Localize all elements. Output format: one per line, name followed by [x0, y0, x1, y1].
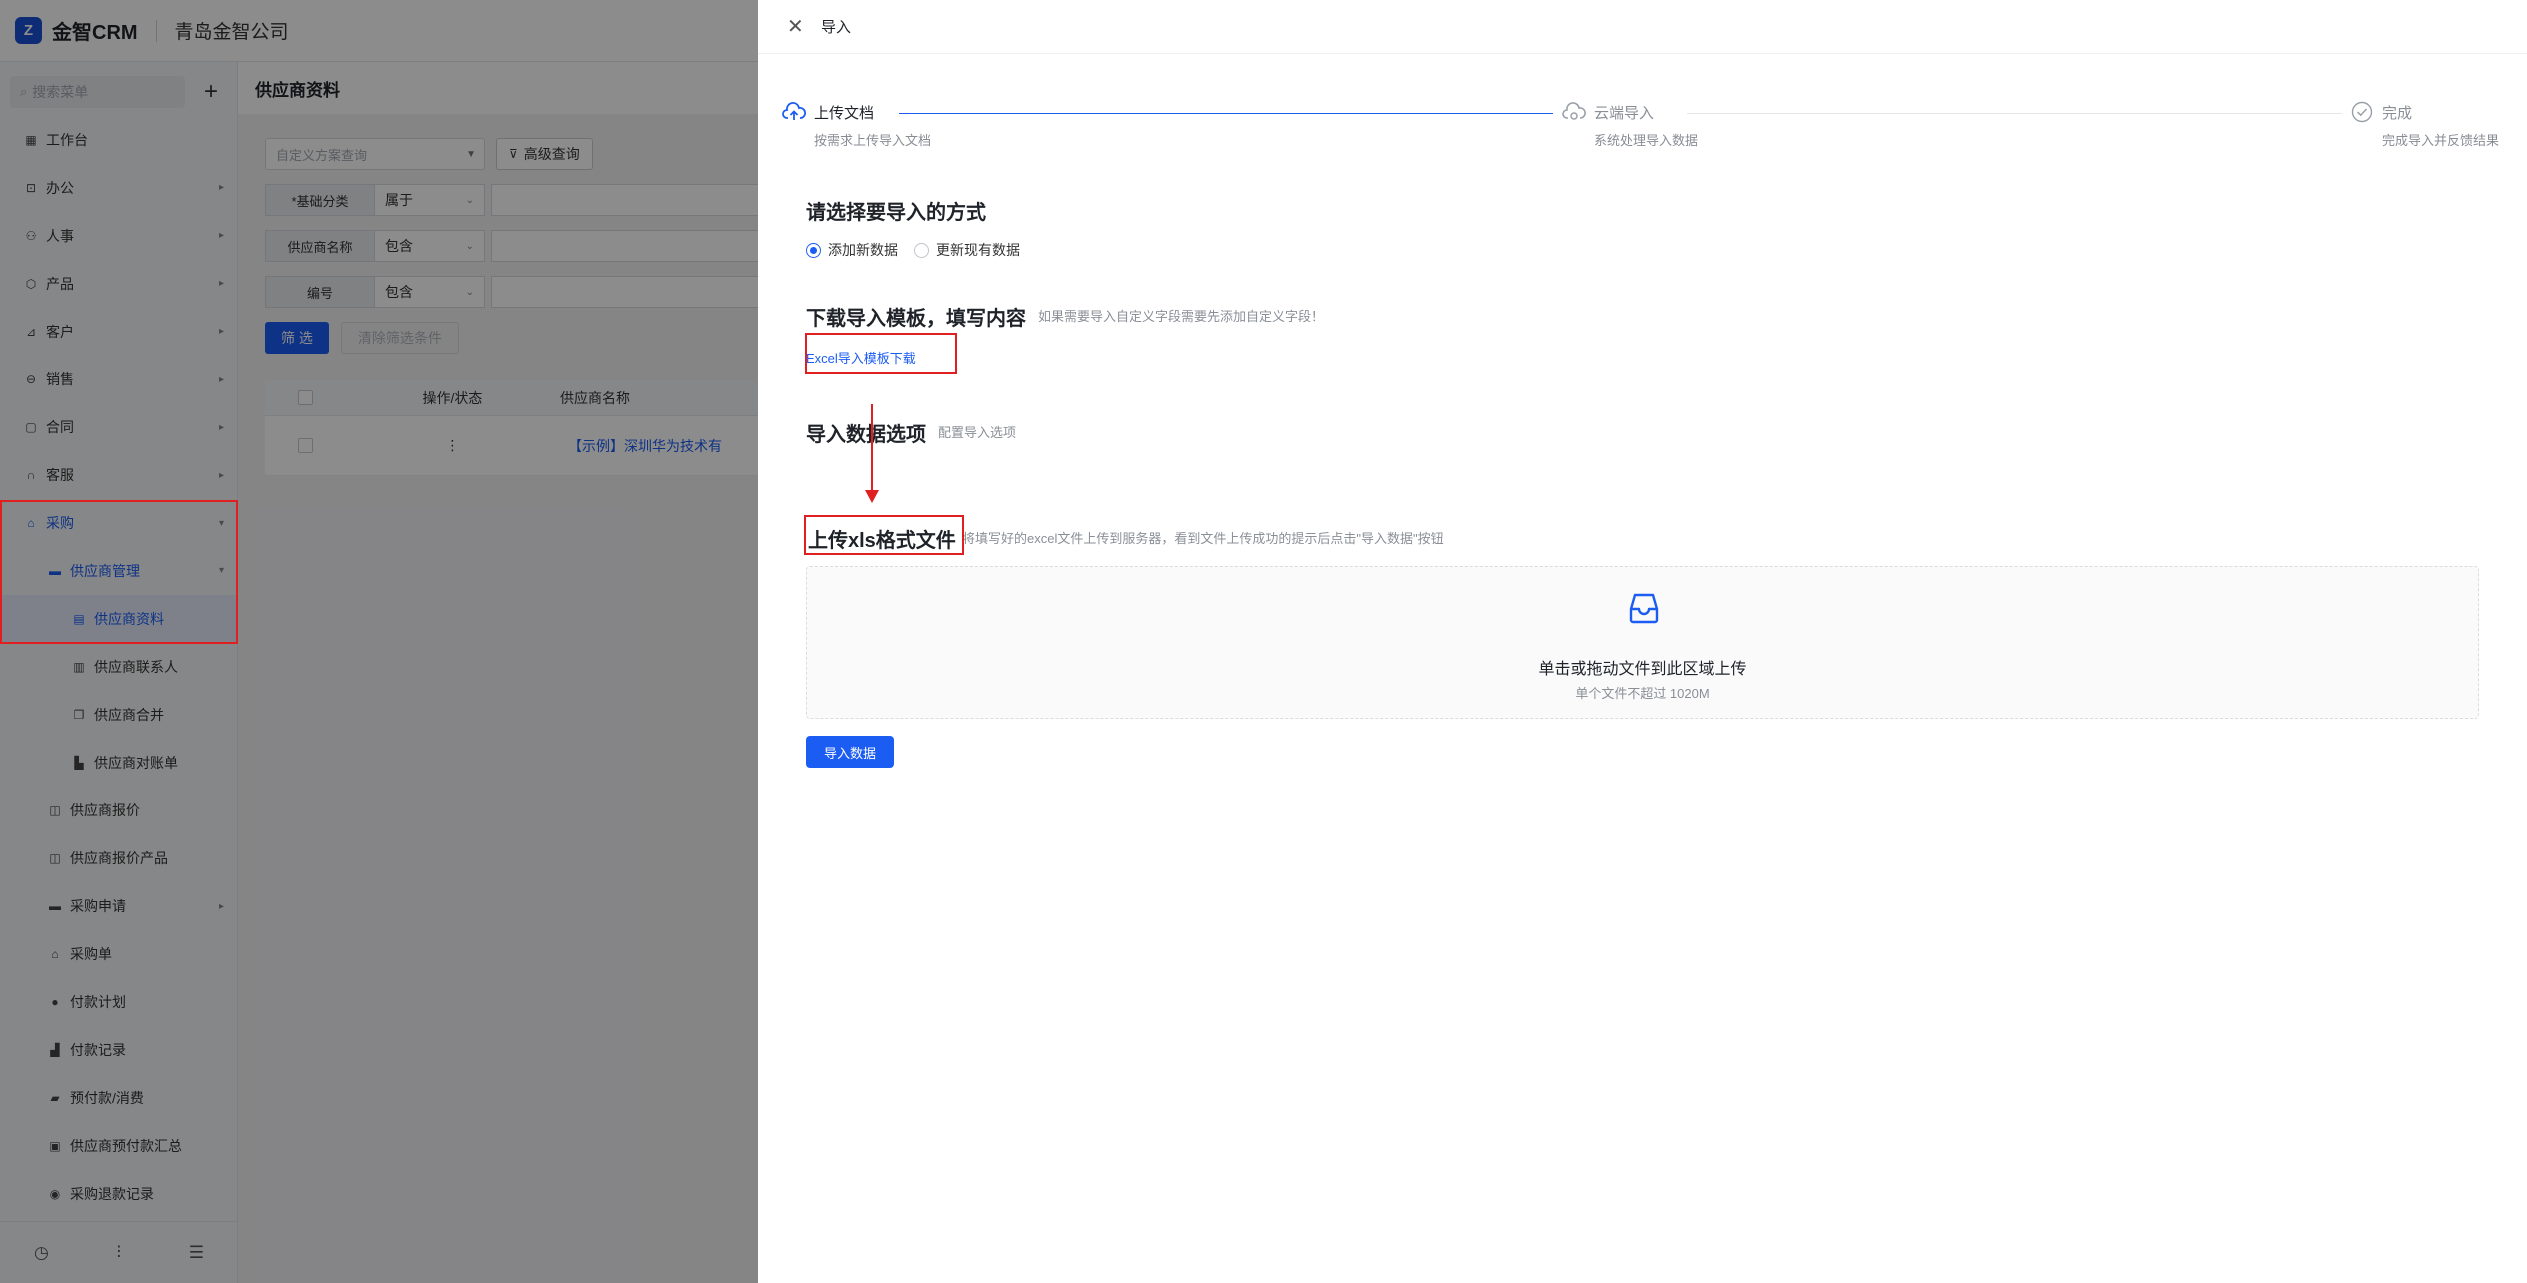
- radio-add-new-label[interactable]: 添加新数据: [828, 240, 898, 260]
- cloud-process-icon: [1562, 100, 1586, 124]
- step-description: 系统处理导入数据: [1594, 133, 1699, 148]
- step-description: 按需求上传导入文档: [814, 133, 932, 148]
- inbox-icon: [1629, 593, 1659, 624]
- annotation-arrow-head: [865, 490, 879, 503]
- radio-add-new[interactable]: [806, 242, 821, 258]
- import-options-title: 导入数据选项: [806, 424, 926, 446]
- annotation-box-upload-title: [804, 515, 964, 555]
- annotation-box-sidebar-purchase: [0, 500, 238, 644]
- step-upload: 上传文档 按需求上传导入文档: [782, 100, 931, 149]
- cloud-upload-icon: [782, 100, 806, 124]
- download-template-hint: 如果需要导入自定义字段需要先添加自定义字段！: [1038, 309, 1325, 324]
- drawer-title: 导入: [821, 19, 852, 36]
- annotation-arrow-line: [871, 404, 873, 492]
- import-options-hint: 配置导入选项: [938, 425, 1017, 440]
- import-steps: 上传文档 按需求上传导入文档 云端导入 系统处理导入数据 完成 完成导入并反馈结…: [782, 100, 2522, 160]
- upload-file-hint: 将填写好的excel文件上传到服务器，看到文件上传成功的提示后点击"导入数据"按…: [962, 531, 1444, 546]
- step-connector: [1687, 113, 2342, 114]
- check-circle-icon: [2350, 100, 2374, 124]
- step-description: 完成导入并反馈结果: [2382, 133, 2500, 148]
- step-complete: 完成 完成导入并反馈结果: [2350, 100, 2499, 149]
- step-title: 完成: [2382, 104, 2413, 122]
- step-cloud-import: 云端导入 系统处理导入数据: [1562, 100, 1698, 149]
- import-method-radio-group: 添加新数据 更新现有数据: [806, 240, 1020, 260]
- import-drawer: ✕ 导入 上传文档 按需求上传导入文档 云端导入 系统处理导入数据 完成 完成导…: [758, 0, 2527, 1283]
- import-data-button[interactable]: 导入数据: [806, 736, 894, 768]
- step-title: 云端导入: [1594, 104, 1655, 122]
- download-template-title: 下载导入模板，填写内容: [806, 308, 1026, 330]
- radio-update-existing[interactable]: [914, 242, 929, 258]
- step-connector-active: [899, 113, 1553, 114]
- drawer-header: ✕ 导入: [758, 0, 2527, 54]
- close-icon[interactable]: ✕: [787, 14, 805, 39]
- import-method-title: 请选择要导入的方式: [806, 202, 986, 224]
- annotation-box-template-link: [805, 333, 957, 374]
- dropzone-limit-text: 单个文件不超过 1020M: [1575, 686, 1710, 701]
- radio-update-existing-label[interactable]: 更新现有数据: [936, 240, 1020, 260]
- dropzone-text: 单击或拖动文件到此区域上传: [1538, 661, 1747, 678]
- file-dropzone[interactable]: 单击或拖动文件到此区域上传 单个文件不超过 1020M: [806, 566, 2479, 719]
- step-title: 上传文档: [814, 104, 875, 122]
